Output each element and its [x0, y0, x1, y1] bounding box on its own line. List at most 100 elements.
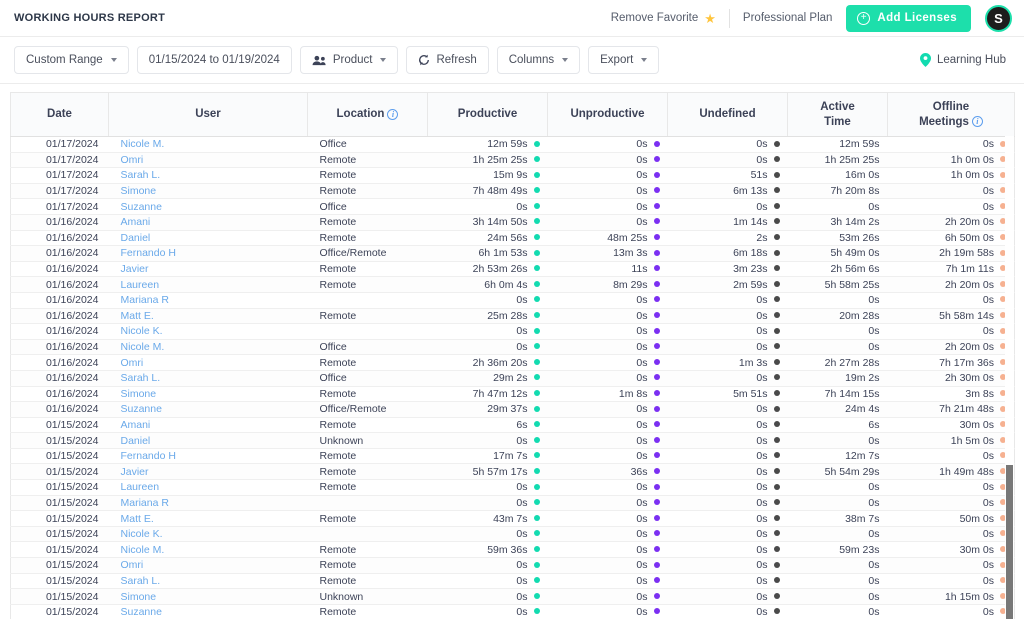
column-header-productive[interactable]: Productive — [428, 93, 548, 137]
user-link[interactable]: Omri — [121, 154, 144, 166]
cell-user[interactable]: Sarah L. — [109, 573, 308, 589]
cell-user[interactable]: Nicole K. — [109, 526, 308, 542]
user-link[interactable]: Laureen — [121, 481, 160, 493]
column-header-offline-meetings[interactable]: OfflineMeetingsi — [888, 93, 1015, 137]
user-link[interactable]: Daniel — [121, 232, 151, 244]
table-row[interactable]: 01/16/2024LaureenRemote6h 0m 4s8m 29s2m … — [11, 277, 1015, 293]
user-link[interactable]: Suzanne — [121, 403, 162, 415]
column-header-location[interactable]: Locationi — [308, 93, 428, 137]
user-link[interactable]: Javier — [121, 466, 149, 478]
user-link[interactable]: Nicole M. — [121, 544, 165, 556]
table-row[interactable]: 01/16/2024AmaniRemote3h 14m 50s0s1m 14s3… — [11, 214, 1015, 230]
user-link[interactable]: Omri — [121, 559, 144, 571]
table-row[interactable]: 01/15/2024Fernando HRemote17m 7s0s0s12m … — [11, 448, 1015, 464]
remove-favorite-button[interactable]: Remove Favorite ★ — [611, 12, 716, 25]
cell-user[interactable]: Amani — [109, 417, 308, 433]
table-row[interactable]: 01/15/2024OmriRemote0s0s0s0s0s — [11, 558, 1015, 574]
cell-user[interactable]: Laureen — [109, 480, 308, 496]
info-icon[interactable]: i — [387, 109, 398, 120]
table-row[interactable]: 01/15/2024JavierRemote5h 57m 17s36s0s5h … — [11, 464, 1015, 480]
cell-user[interactable]: Matt E. — [109, 308, 308, 324]
cell-user[interactable]: Omri — [109, 152, 308, 168]
cell-user[interactable]: Javier — [109, 261, 308, 277]
user-link[interactable]: Daniel — [121, 435, 151, 447]
cell-user[interactable]: Simone — [109, 183, 308, 199]
cell-user[interactable]: Suzanne — [109, 199, 308, 215]
column-header-user[interactable]: User — [109, 93, 308, 137]
cell-user[interactable]: Simone — [109, 386, 308, 402]
user-link[interactable]: Mariana R — [121, 294, 169, 306]
user-link[interactable]: Matt E. — [121, 513, 154, 525]
cell-user[interactable]: Javier — [109, 464, 308, 480]
columns-dropdown[interactable]: Columns — [497, 46, 580, 74]
cell-user[interactable]: Omri — [109, 558, 308, 574]
star-icon[interactable]: ★ — [704, 12, 716, 25]
table-row[interactable]: 01/15/2024SimoneUnknown0s0s0s0s1h 15m 0s — [11, 589, 1015, 605]
table-row[interactable]: 01/16/2024Nicole M.Office0s0s0s0s2h 20m … — [11, 339, 1015, 355]
user-link[interactable]: Amani — [121, 216, 151, 228]
user-link[interactable]: Omri — [121, 357, 144, 369]
table-row[interactable]: 01/17/2024SimoneRemote7h 48m 49s0s6m 13s… — [11, 183, 1015, 199]
user-link[interactable]: Simone — [121, 185, 157, 197]
table-row[interactable]: 01/17/2024OmriRemote1h 25m 25s0s0s1h 25m… — [11, 152, 1015, 168]
export-dropdown[interactable]: Export — [588, 46, 659, 74]
cell-user[interactable]: Laureen — [109, 277, 308, 293]
cell-user[interactable]: Nicole K. — [109, 324, 308, 340]
column-header-date[interactable]: Date — [11, 93, 109, 137]
table-row[interactable]: 01/16/2024Fernando HOffice/Remote6h 1m 5… — [11, 246, 1015, 262]
refresh-button[interactable]: Refresh — [406, 46, 488, 74]
table-row[interactable]: 01/15/2024Sarah L.Remote0s0s0s0s0s — [11, 573, 1015, 589]
cell-user[interactable]: Suzanne — [109, 604, 308, 619]
user-link[interactable]: Nicole K. — [121, 325, 163, 337]
table-row[interactable]: 01/16/2024JavierRemote2h 53m 26s11s3m 23… — [11, 261, 1015, 277]
column-header-undefined[interactable]: Undefined — [668, 93, 788, 137]
cell-user[interactable]: Simone — [109, 589, 308, 605]
table-row[interactable]: 01/15/2024Mariana R0s0s0s0s0s — [11, 495, 1015, 511]
user-link[interactable]: Mariana R — [121, 497, 169, 509]
table-row[interactable]: 01/16/2024SuzanneOffice/Remote29m 37s0s0… — [11, 402, 1015, 418]
vertical-scrollbar-thumb[interactable] — [1006, 465, 1013, 619]
table-row[interactable]: 01/16/2024Mariana R0s0s0s0s0s — [11, 292, 1015, 308]
table-row[interactable]: 01/16/2024DanielRemote24m 56s48m 25s2s53… — [11, 230, 1015, 246]
table-row[interactable]: 01/16/2024SimoneRemote7h 47m 12s1m 8s5m … — [11, 386, 1015, 402]
custom-range-dropdown[interactable]: Custom Range — [14, 46, 129, 74]
cell-user[interactable]: Matt E. — [109, 511, 308, 527]
user-link[interactable]: Nicole K. — [121, 528, 163, 540]
add-licenses-button[interactable]: + Add Licenses — [846, 5, 971, 32]
cell-user[interactable]: Mariana R — [109, 292, 308, 308]
avatar[interactable]: S — [985, 5, 1012, 32]
product-dropdown[interactable]: Product — [300, 46, 399, 74]
table-row[interactable]: 01/15/2024Nicole M.Remote59m 36s0s0s59m … — [11, 542, 1015, 558]
user-link[interactable]: Simone — [121, 388, 157, 400]
user-link[interactable]: Fernando H — [121, 450, 176, 462]
cell-user[interactable]: Omri — [109, 355, 308, 371]
cell-user[interactable]: Daniel — [109, 433, 308, 449]
user-link[interactable]: Amani — [121, 419, 151, 431]
user-link[interactable]: Sarah L. — [121, 575, 161, 587]
user-link[interactable]: Javier — [121, 263, 149, 275]
cell-user[interactable]: Fernando H — [109, 246, 308, 262]
cell-user[interactable]: Mariana R — [109, 495, 308, 511]
table-row[interactable]: 01/16/2024Nicole K.0s0s0s0s0s — [11, 324, 1015, 340]
table-row[interactable]: 01/16/2024OmriRemote2h 36m 20s0s1m 3s2h … — [11, 355, 1015, 371]
learning-hub-button[interactable]: Learning Hub — [920, 53, 1010, 67]
cell-user[interactable]: Daniel — [109, 230, 308, 246]
table-row[interactable]: 01/15/2024Matt E.Remote43m 7s0s0s38m 7s5… — [11, 511, 1015, 527]
table-row[interactable]: 01/16/2024Matt E.Remote25m 28s0s0s20m 28… — [11, 308, 1015, 324]
info-icon[interactable]: i — [972, 116, 983, 127]
table-row[interactable]: 01/15/2024SuzanneRemote0s0s0s0s0s — [11, 604, 1015, 619]
user-link[interactable]: Sarah L. — [121, 169, 161, 181]
user-link[interactable]: Simone — [121, 591, 157, 603]
user-link[interactable]: Laureen — [121, 279, 160, 291]
cell-user[interactable]: Fernando H — [109, 448, 308, 464]
cell-user[interactable]: Nicole M. — [109, 137, 308, 153]
column-header-active-time[interactable]: ActiveTime — [788, 93, 888, 137]
table-row[interactable]: 01/15/2024Nicole K.0s0s0s0s0s — [11, 526, 1015, 542]
table-row[interactable]: 01/15/2024LaureenRemote0s0s0s0s0s — [11, 480, 1015, 496]
table-row[interactable]: 01/17/2024Nicole M.Office12m 59s0s0s12m … — [11, 137, 1015, 153]
cell-user[interactable]: Amani — [109, 214, 308, 230]
cell-user[interactable]: Nicole M. — [109, 339, 308, 355]
table-row[interactable]: 01/17/2024SuzanneOffice0s0s0s0s0s — [11, 199, 1015, 215]
user-link[interactable]: Sarah L. — [121, 372, 161, 384]
user-link[interactable]: Matt E. — [121, 310, 154, 322]
